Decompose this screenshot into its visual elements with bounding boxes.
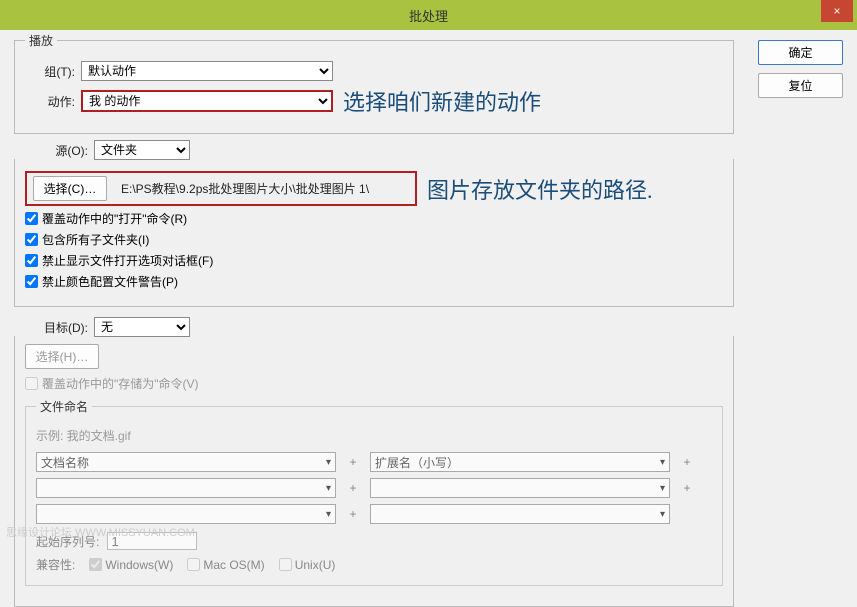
choose-destination-button[interactable]: 选择(H)… xyxy=(25,344,99,369)
chevron-down-icon: ▾ xyxy=(660,509,665,520)
suppress-color-warning-label: 禁止颜色配置文件警告(P) xyxy=(42,273,178,290)
destination-label: 目标(D): xyxy=(38,319,94,336)
suppress-open-dialog-label: 禁止显示文件打开选项对话框(F) xyxy=(42,252,213,269)
compat-windows-checkbox xyxy=(89,558,102,571)
ok-button[interactable]: 确定 xyxy=(758,40,843,65)
reset-button[interactable]: 复位 xyxy=(758,73,843,98)
source-group: 选择(C)… E:\PS教程\9.2ps批处理图片大小\批处理图片 1\ 图片存… xyxy=(14,159,734,307)
suppress-color-warning-row[interactable]: 禁止颜色配置文件警告(P) xyxy=(25,273,723,290)
plus-icon: + xyxy=(680,455,694,469)
action-label: 动作: xyxy=(25,93,81,110)
chevron-down-icon: ▾ xyxy=(326,457,331,468)
naming-field-4[interactable]: ▾ xyxy=(370,478,670,498)
naming-field-1[interactable]: 文档名称▾ xyxy=(36,452,336,472)
choose-source-button[interactable]: 选择(C)… xyxy=(33,176,107,201)
compat-mac-checkbox xyxy=(187,558,200,571)
plus-icon: + xyxy=(346,481,360,495)
plus-icon: + xyxy=(346,455,360,469)
plus-icon: + xyxy=(680,481,694,495)
set-select[interactable]: 默认动作 xyxy=(81,61,333,81)
set-label: 组(T): xyxy=(25,63,81,80)
action-select[interactable]: 我 的动作 xyxy=(81,90,333,112)
compat-windows-label: Windows(W) xyxy=(105,558,173,572)
naming-field-2[interactable]: 扩展名（小写）▾ xyxy=(370,452,670,472)
suppress-color-warning-checkbox[interactable] xyxy=(25,275,38,288)
close-icon: × xyxy=(833,4,840,18)
path-annotation: 图片存放文件夹的路径. xyxy=(427,173,653,205)
destination-group: 选择(H)… 覆盖动作中的"存储为"命令(V) 文件命名 示例: 我的文档.gi… xyxy=(14,336,734,607)
source-select[interactable]: 文件夹 xyxy=(94,140,190,160)
include-subfolders-label: 包含所有子文件夹(I) xyxy=(42,231,149,248)
compat-unix-checkbox xyxy=(279,558,292,571)
override-open-label: 覆盖动作中的"打开"命令(R) xyxy=(42,210,187,227)
play-legend: 播放 xyxy=(25,32,57,49)
compat-label: 兼容性: xyxy=(36,556,75,573)
override-open-row[interactable]: 覆盖动作中的"打开"命令(R) xyxy=(25,210,723,227)
window-title: 批处理 xyxy=(0,6,857,25)
suppress-open-dialog-row[interactable]: 禁止显示文件打开选项对话框(F) xyxy=(25,252,723,269)
source-path-highlight: 选择(C)… E:\PS教程\9.2ps批处理图片大小\批处理图片 1\ xyxy=(25,171,417,206)
watermark: 思缘设计论坛 WWW.MISSYUAN.COM xyxy=(6,524,195,540)
compat-unix-label: Unix(U) xyxy=(295,558,336,572)
chevron-down-icon: ▾ xyxy=(660,483,665,494)
source-label: 源(O): xyxy=(38,142,94,159)
suppress-open-dialog-checkbox[interactable] xyxy=(25,254,38,267)
override-save-row: 覆盖动作中的"存储为"命令(V) xyxy=(25,375,723,392)
plus-icon: + xyxy=(346,507,360,521)
override-save-label: 覆盖动作中的"存储为"命令(V) xyxy=(42,375,199,392)
naming-field-6[interactable]: ▾ xyxy=(370,504,670,524)
titlebar: 批处理 × xyxy=(0,0,857,30)
include-subfolders-row[interactable]: 包含所有子文件夹(I) xyxy=(25,231,723,248)
action-annotation: 选择咱们新建的动作 xyxy=(343,85,541,117)
file-naming-legend: 文件命名 xyxy=(36,398,92,415)
chevron-down-icon: ▾ xyxy=(326,509,331,520)
chevron-down-icon: ▾ xyxy=(660,457,665,468)
naming-field-3[interactable]: ▾ xyxy=(36,478,336,498)
destination-select[interactable]: 无 xyxy=(94,317,190,337)
include-subfolders-checkbox[interactable] xyxy=(25,233,38,246)
chevron-down-icon: ▾ xyxy=(326,483,331,494)
source-path: E:\PS教程\9.2ps批处理图片大小\批处理图片 1\ xyxy=(121,180,369,197)
close-button[interactable]: × xyxy=(821,0,853,22)
file-naming-group: 文件命名 示例: 我的文档.gif 文档名称▾ + 扩展名（小写）▾ + ▾ +… xyxy=(25,398,723,586)
naming-field-5[interactable]: ▾ xyxy=(36,504,336,524)
naming-example: 示例: 我的文档.gif xyxy=(36,427,712,444)
override-save-checkbox xyxy=(25,377,38,390)
override-open-checkbox[interactable] xyxy=(25,212,38,225)
play-group: 播放 组(T): 默认动作 动作: 我 的动作 选择咱们新建的动作 xyxy=(14,32,734,134)
compat-mac-label: Mac OS(M) xyxy=(203,558,264,572)
